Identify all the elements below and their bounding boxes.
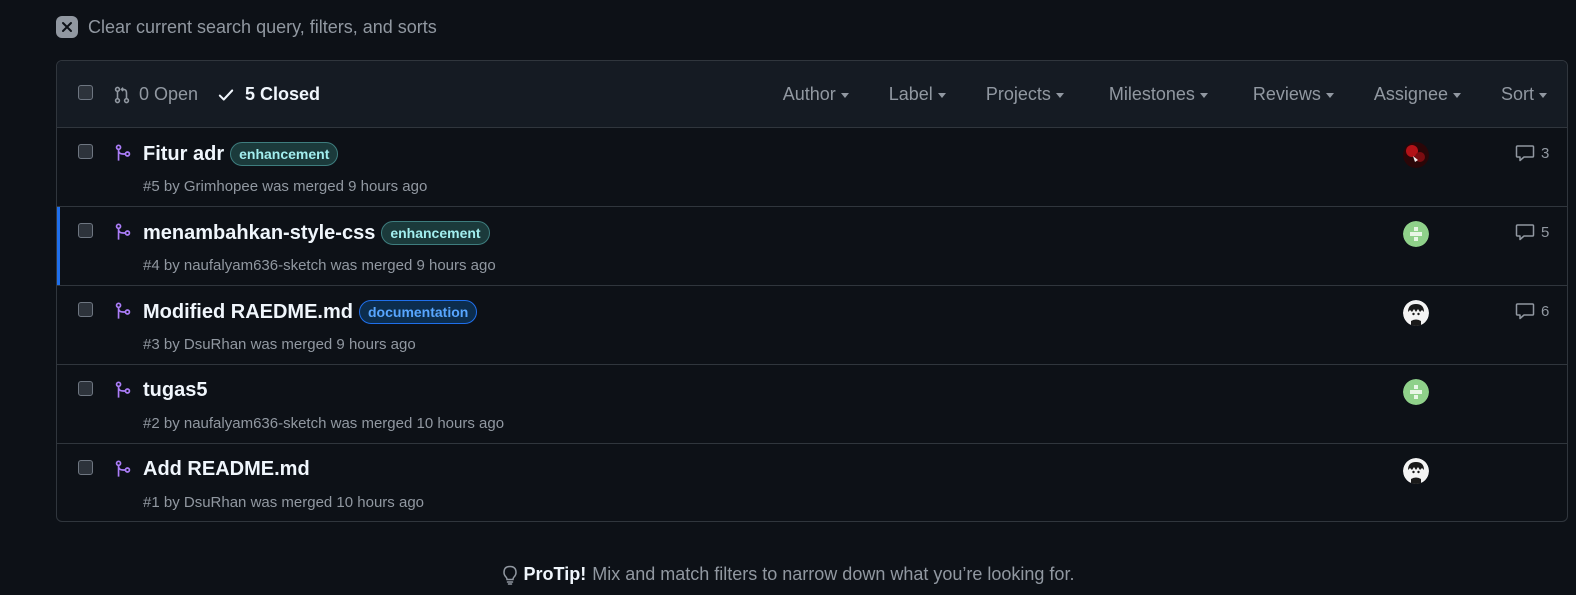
caret-down-icon [1199, 93, 1208, 98]
comment-count: 3 [1541, 144, 1550, 162]
close-icon [56, 16, 78, 38]
pull-request-row[interactable]: Add README.md #1 by DsuRhan was merged 1… [57, 444, 1567, 521]
filter-label: Projects [985, 84, 1051, 104]
author-filter[interactable]: Author [783, 84, 849, 105]
avatar[interactable] [1403, 458, 1429, 484]
comment-icon [1515, 145, 1535, 162]
merged-pr-icon [115, 144, 131, 161]
list-header: 0 Open 5 Closed Author Label Projects Mi… [57, 61, 1567, 128]
documentation-label[interactable]: documentation [359, 300, 478, 324]
filter-label: Sort [1500, 84, 1534, 104]
assignee-filter[interactable]: Assignee [1374, 84, 1461, 105]
pull-request-icon [114, 86, 130, 103]
closed-tab[interactable]: 5 Closed [217, 84, 320, 105]
clear-filters-link[interactable]: Clear current search query, filters, and… [56, 16, 437, 38]
pull-request-row[interactable]: tugas5 #2 by naufalyam636-sketch was mer… [57, 365, 1567, 444]
avatar[interactable] [1403, 221, 1429, 247]
filter-bar: Author Label Projects Milestones Reviews… [783, 84, 1567, 105]
label-filter[interactable]: Label [889, 84, 946, 105]
row-checkbox[interactable] [78, 460, 93, 475]
sort-filter[interactable]: Sort [1501, 84, 1547, 105]
select-all-checkbox[interactable] [78, 85, 93, 100]
open-count-label: 0 Open [139, 84, 199, 104]
caret-down-icon [840, 93, 849, 98]
milestones-filter[interactable]: Milestones [1109, 84, 1208, 105]
protip-title: ProTip! [523, 564, 587, 584]
pr-meta: #2 by naufalyam636-sketch was merged 10 … [143, 415, 505, 432]
projects-filter[interactable]: Projects [986, 84, 1064, 105]
merged-pr-icon [115, 302, 131, 319]
caret-down-icon [1055, 93, 1064, 98]
pull-request-row[interactable]: Modified RAEDME.md documentation #3 by D… [57, 286, 1567, 365]
filter-label: Label [888, 84, 933, 104]
comment-count: 5 [1541, 223, 1550, 241]
pr-meta: #4 by naufalyam636-sketch was merged 9 h… [143, 257, 496, 274]
pr-meta: #3 by DsuRhan was merged 9 hours ago [143, 336, 416, 353]
pr-title-link[interactable]: Fitur adr [143, 143, 224, 166]
row-checkbox[interactable] [78, 381, 93, 396]
pull-requests-page: Clear current search query, filters, and… [0, 0, 1576, 595]
comments-link[interactable]: 6 [1515, 302, 1549, 320]
filter-label: Milestones [1108, 84, 1195, 104]
light-bulb-icon [502, 565, 517, 585]
caret-down-icon [1325, 93, 1334, 98]
pull-request-row[interactable]: Fitur adr enhancement #5 by Grimhopee wa… [57, 128, 1567, 207]
pr-title-link[interactable]: Modified RAEDME.md [143, 301, 353, 324]
row-checkbox[interactable] [78, 144, 93, 159]
pr-title-link[interactable]: tugas5 [143, 379, 207, 402]
enhancement-label[interactable]: enhancement [230, 142, 339, 166]
merged-pr-icon [115, 223, 131, 240]
check-icon [218, 88, 234, 101]
comment-count: 6 [1541, 302, 1550, 320]
protip: ProTip! Mix and match filters to narrow … [0, 564, 1576, 585]
comment-icon [1515, 303, 1535, 320]
row-checkbox[interactable] [78, 223, 93, 238]
comments-link[interactable]: 5 [1515, 223, 1549, 241]
filter-label: Reviews [1252, 84, 1321, 104]
pr-title-link[interactable]: menambahkan-style-css [143, 222, 375, 245]
pr-title-link[interactable]: Add README.md [143, 458, 310, 481]
filter-label: Assignee [1373, 84, 1448, 104]
pr-meta: #1 by DsuRhan was merged 10 hours ago [143, 494, 425, 511]
caret-down-icon [937, 93, 946, 98]
comment-icon [1515, 224, 1535, 241]
row-checkbox[interactable] [78, 302, 93, 317]
avatar[interactable] [1403, 142, 1429, 168]
caret-down-icon [1452, 93, 1461, 98]
avatar[interactable] [1403, 300, 1429, 326]
avatar[interactable] [1403, 379, 1429, 405]
merged-pr-icon [115, 460, 131, 477]
pull-request-row[interactable]: menambahkan-style-css enhancement #4 by … [57, 207, 1567, 286]
caret-down-icon [1539, 93, 1547, 98]
open-tab[interactable]: 0 Open [113, 84, 198, 105]
comments-link[interactable]: 3 [1515, 144, 1549, 162]
filter-label: Author [782, 84, 836, 104]
protip-text: Mix and match filters to narrow down wha… [592, 564, 1075, 584]
reviews-filter[interactable]: Reviews [1253, 84, 1334, 105]
clear-filters-label: Clear current search query, filters, and… [88, 16, 437, 37]
pull-request-list: 0 Open 5 Closed Author Label Projects Mi… [56, 60, 1568, 522]
enhancement-label[interactable]: enhancement [381, 221, 490, 245]
pr-meta: #5 by Grimhopee was merged 9 hours ago [143, 178, 428, 195]
closed-count-label: 5 Closed [245, 84, 321, 104]
merged-pr-icon [115, 381, 131, 398]
